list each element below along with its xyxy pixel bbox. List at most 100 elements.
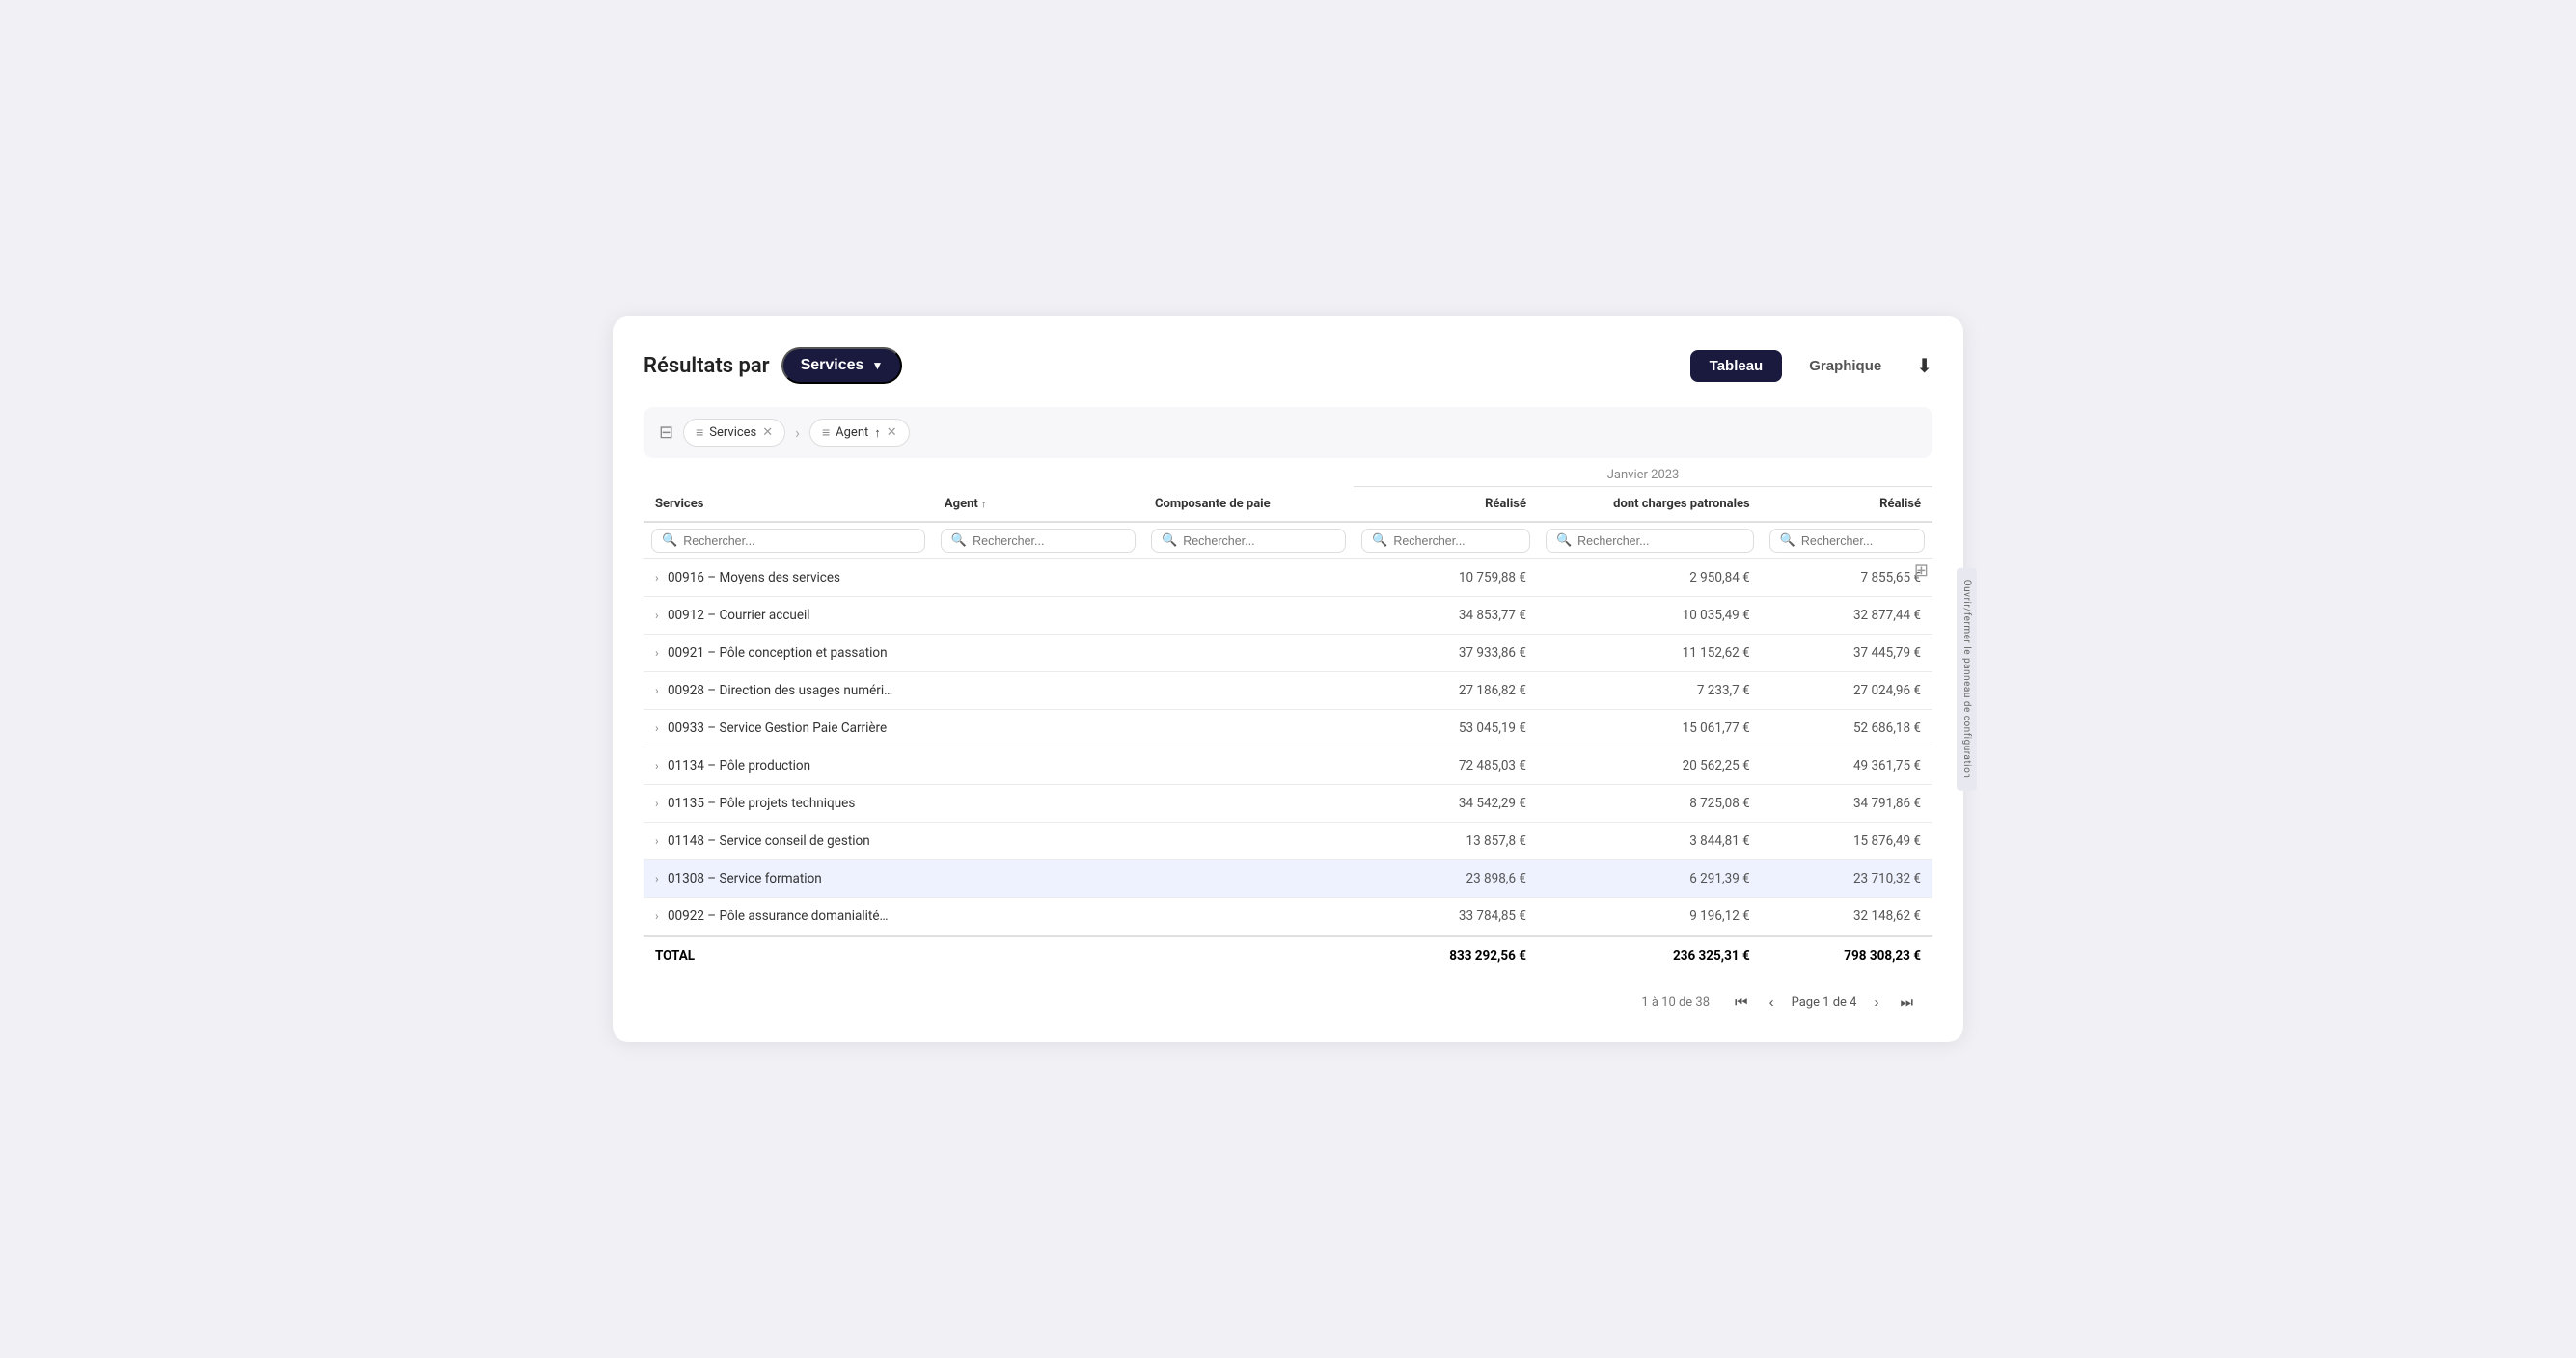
search-cell-charges: 🔍 [1538, 522, 1762, 559]
row-expand-icon[interactable]: › [655, 684, 659, 697]
chevron-down-icon: ▼ [871, 359, 883, 372]
cell-service: › 01135 – Pôle projets techniques [644, 785, 933, 823]
row-expand-icon[interactable]: › [655, 910, 659, 923]
cell-agent [933, 747, 1143, 785]
row-expand-icon[interactable]: › [655, 759, 659, 773]
cell-realise2: 37 445,79 € [1762, 635, 1932, 672]
cell-composante [1143, 785, 1354, 823]
search-icon-realise1: 🔍 [1372, 533, 1387, 548]
table-row: › 00922 – Pôle assurance domanialité… 33… [644, 898, 1932, 937]
search-wrap-charges[interactable]: 🔍 [1546, 529, 1754, 553]
row-expand-icon[interactable]: › [655, 834, 659, 848]
search-input-services[interactable] [683, 534, 915, 548]
cell-realise2: 32 148,62 € [1762, 898, 1932, 937]
cell-composante [1143, 597, 1354, 635]
row-expand-icon[interactable]: › [655, 721, 659, 735]
search-wrap-composante[interactable]: 🔍 [1151, 529, 1346, 553]
row-expand-icon[interactable]: › [655, 872, 659, 885]
search-wrap-realise1[interactable]: 🔍 [1361, 529, 1530, 553]
download-button[interactable]: ⬇ [1916, 354, 1932, 378]
cell-agent [933, 823, 1143, 860]
total-row: TOTAL 833 292,56 € 236 325,31 € 798 308,… [644, 936, 1932, 975]
cell-realise1: 53 045,19 € [1354, 710, 1538, 747]
cell-service: › 00928 – Direction des usages numéri… [644, 672, 933, 710]
service-name-text: 00922 – Pôle assurance domanialité… [668, 909, 889, 924]
chip-agent-close-icon[interactable]: ✕ [887, 425, 897, 440]
pagination-first-button[interactable]: ⏮ [1727, 991, 1756, 1015]
service-name-text: 01308 – Service formation [668, 871, 822, 886]
cell-realise2: 7 855,65 € [1762, 559, 1932, 597]
table-row: › 00933 – Service Gestion Paie Carrière … [644, 710, 1932, 747]
cell-agent [933, 635, 1143, 672]
cell-service: › 01134 – Pôle production [644, 747, 933, 785]
side-panel-toggle[interactable]: Ouvrir/fermer le panneau de configuratio… [1957, 568, 1977, 791]
search-wrap-services[interactable]: 🔍 [651, 529, 925, 553]
chip-agent-icon: ≡ [822, 424, 830, 441]
main-card: Résultats par Services ▼ Tableau Graphiq… [613, 316, 1963, 1042]
cell-realise1: 13 857,8 € [1354, 823, 1538, 860]
cell-composante [1143, 672, 1354, 710]
search-input-realise1[interactable] [1393, 534, 1520, 548]
pagination-prev-button[interactable]: ‹ [1762, 991, 1782, 1015]
table-row: › 01134 – Pôle production 72 485,03 € 20… [644, 747, 1932, 785]
table-row: › 01135 – Pôle projets techniques 34 542… [644, 785, 1932, 823]
filter-arrow-icon: › [795, 423, 800, 442]
pagination-last-button[interactable]: ⏭ [1892, 991, 1921, 1015]
filter-icon: ⊟ [659, 422, 673, 443]
chip-agent-label: Agent [836, 425, 868, 440]
search-wrap-realise2[interactable]: 🔍 [1769, 529, 1925, 553]
row-expand-icon[interactable]: › [655, 797, 659, 810]
table-footer: TOTAL 833 292,56 € 236 325,31 € 798 308,… [644, 936, 1932, 975]
row-expand-icon[interactable]: › [655, 571, 659, 584]
row-expand-icon[interactable]: › [655, 609, 659, 622]
grid-options-icon[interactable]: ⊞ [1914, 560, 1929, 581]
col-header-agent: Agent ↑ [933, 487, 1143, 523]
cell-charges: 8 725,08 € [1538, 785, 1762, 823]
cell-charges: 7 233,7 € [1538, 672, 1762, 710]
cell-agent [933, 672, 1143, 710]
table-row: › 00921 – Pôle conception et passation 3… [644, 635, 1932, 672]
search-input-charges[interactable] [1577, 534, 1743, 548]
cell-composante [1143, 559, 1354, 597]
header-left: Résultats par Services ▼ [644, 347, 902, 384]
service-name-text: 01135 – Pôle projets techniques [668, 796, 855, 811]
chip-agent-sort-icon: ↑ [874, 425, 881, 441]
cell-realise2: 27 024,96 € [1762, 672, 1932, 710]
col-header-charges: dont charges patronales [1538, 487, 1762, 523]
services-dropdown-button[interactable]: Services ▼ [781, 347, 903, 384]
cell-agent [933, 860, 1143, 898]
cell-service: › 00916 – Moyens des services [644, 559, 933, 597]
service-name-text: 01148 – Service conseil de gestion [668, 833, 870, 849]
search-icon-charges: 🔍 [1556, 533, 1572, 548]
cell-charges: 2 950,84 € [1538, 559, 1762, 597]
cell-realise1: 37 933,86 € [1354, 635, 1538, 672]
row-expand-icon[interactable]: › [655, 646, 659, 660]
chip-services-close-icon[interactable]: ✕ [762, 425, 773, 440]
cell-charges: 15 061,77 € [1538, 710, 1762, 747]
cell-service: › 01308 – Service formation [644, 860, 933, 898]
tab-tableau-button[interactable]: Tableau [1690, 350, 1783, 382]
search-cell-composante: 🔍 [1143, 522, 1354, 559]
cell-composante [1143, 898, 1354, 937]
cell-realise1: 72 485,03 € [1354, 747, 1538, 785]
search-cell-realise1: 🔍 [1354, 522, 1538, 559]
services-pill-label: Services [801, 357, 864, 374]
cell-service: › 00921 – Pôle conception et passation [644, 635, 933, 672]
filter-chip-services[interactable]: ≡ Services ✕ [683, 419, 785, 447]
cell-agent [933, 597, 1143, 635]
pagination-next-button[interactable]: › [1866, 991, 1886, 1015]
total-empty-agent [933, 936, 1143, 975]
search-input-composante[interactable] [1183, 534, 1335, 548]
cell-realise1: 34 853,77 € [1354, 597, 1538, 635]
search-cell-services: 🔍 [644, 522, 933, 559]
total-label: TOTAL [644, 936, 933, 975]
column-header-row: Services Agent ↑ Composante de paie Réal… [644, 487, 1932, 523]
tab-graphique-button[interactable]: Graphique [1790, 350, 1901, 382]
cell-charges: 11 152,62 € [1538, 635, 1762, 672]
cell-charges: 9 196,12 € [1538, 898, 1762, 937]
search-input-realise2[interactable] [1801, 534, 1914, 548]
service-name-text: 01134 – Pôle production [668, 758, 810, 774]
filter-chip-agent[interactable]: ≡ Agent ↑ ✕ [809, 419, 910, 447]
search-wrap-agent[interactable]: 🔍 [941, 529, 1136, 553]
search-input-agent[interactable] [973, 534, 1125, 548]
